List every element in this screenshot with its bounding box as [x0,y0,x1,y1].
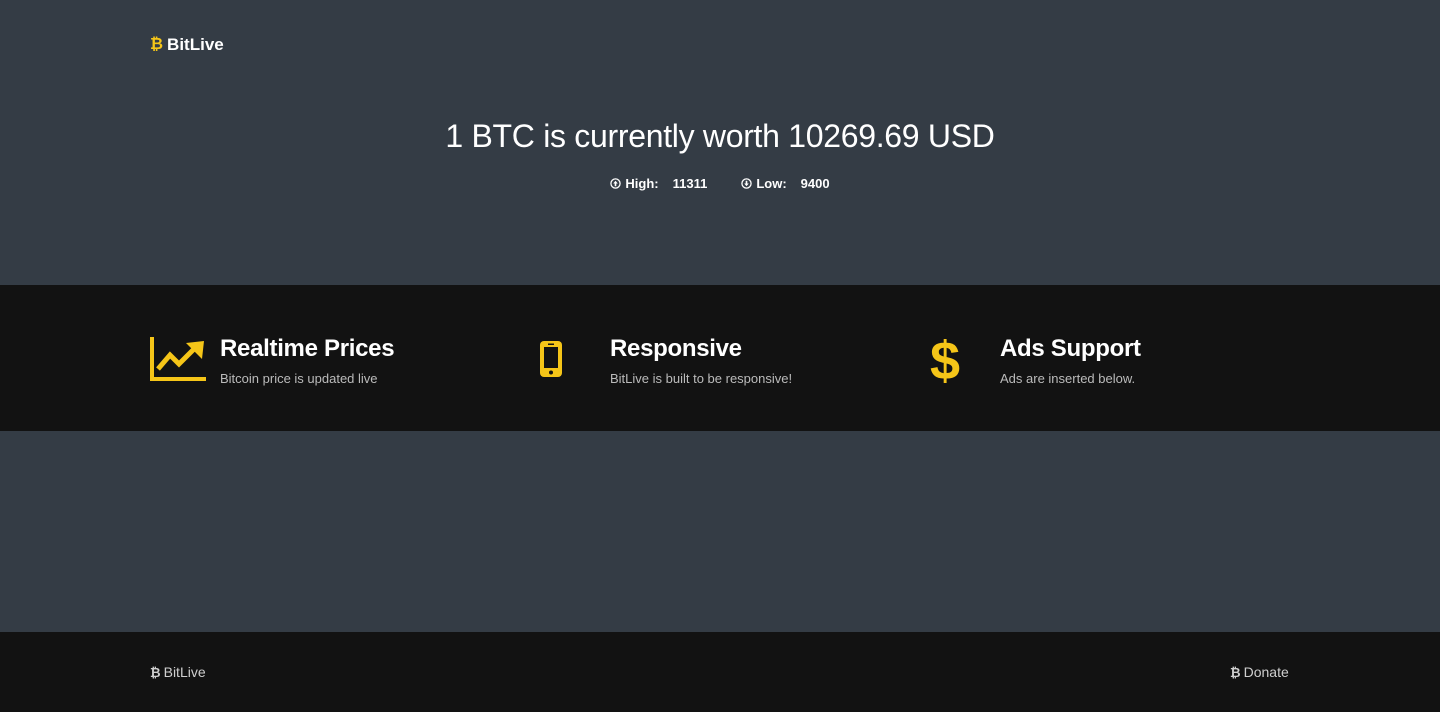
feature-desc: Ads are inserted below. [1000,371,1136,386]
arrow-circle-up-icon [610,178,622,189]
price-stats: High: 11311 Low: 9400 [0,176,1440,191]
high-stat: High: 11311 [610,176,707,191]
low-value: 9400 [800,176,830,191]
bitcoin-icon: ₿ [150,664,161,680]
high-label: High: [625,176,659,191]
feature-ads-support: $ Ads Support Ads are inserted below. [930,331,1141,391]
dollar-sign-icon: $ [930,331,961,391]
price-headline: 1 BTC is currently worth 10269.69 USD [445,118,995,154]
footer-brand-label: BitLive [163,664,206,680]
hero-section: ₿ BitLive 1 BTC is currently worth 10269… [0,0,1440,285]
feature-title: Realtime Prices [220,335,395,362]
low-stat: Low: 9400 [741,176,830,191]
bitcoin-icon: ₿ [150,36,164,53]
feature-title: Responsive [610,335,742,362]
donate-label: Donate [1243,664,1289,680]
brand-label: BitLive [167,35,224,54]
donate-link[interactable]: ₿ Donate [1230,664,1289,680]
features-band: Realtime Prices Bitcoin price is updated… [0,285,1440,431]
low-label: Low: [756,176,787,191]
brand-link[interactable]: ₿ BitLive [150,35,224,55]
footer-brand-link[interactable]: ₿ BitLive [150,664,206,680]
feature-realtime-prices: Realtime Prices Bitcoin price is updated… [150,335,395,386]
feature-title: Ads Support [1000,335,1141,362]
high-value: 11311 [672,176,708,191]
trending-up-chart-icon [150,335,210,385]
bitcoin-icon: ₿ [1230,664,1241,680]
arrow-circle-down-icon [741,178,753,189]
feature-desc: Bitcoin price is updated live [220,371,378,386]
mobile-phone-icon [540,335,600,385]
feature-responsive: Responsive BitLive is built to be respon… [540,335,792,386]
footer: ₿ BitLive ₿ Donate [0,632,1440,712]
feature-desc: BitLive is built to be responsive! [610,371,793,386]
